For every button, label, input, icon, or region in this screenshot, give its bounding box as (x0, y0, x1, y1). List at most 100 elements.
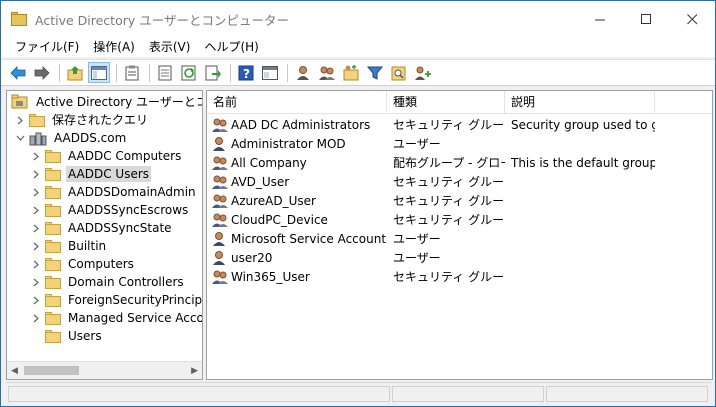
export-list-button[interactable] (154, 62, 176, 83)
chevron-right-icon[interactable] (31, 277, 41, 287)
chevron-right-icon[interactable] (31, 259, 41, 269)
tree-item-ou[interactable]: Managed Service Accour (31, 309, 203, 327)
chevron-right-icon[interactable] (31, 223, 41, 233)
cell-type: ユーザー (393, 251, 441, 265)
table-row[interactable]: Administrator MOD ユーザー (207, 134, 655, 153)
table-row[interactable]: CloudPC_Device セキュリティ グループ -... (207, 210, 655, 229)
close-button[interactable] (669, 1, 715, 37)
scrollbar-thumb[interactable] (24, 366, 79, 375)
export-button[interactable] (202, 62, 224, 83)
new-user-button[interactable] (292, 62, 314, 83)
chevron-right-icon[interactable] (31, 169, 41, 179)
details-list[interactable]: 名前 種類 説明 AAD DC Administrators セキュリティ グルー… (206, 90, 713, 380)
horizontal-scrollbar[interactable]: ◀ ▶ (7, 361, 202, 379)
filter-button[interactable] (364, 62, 386, 83)
chevron-right-icon[interactable] (31, 187, 41, 197)
tree-item-label: Builtin (68, 239, 107, 253)
menu-file[interactable]: ファイル(F) (8, 37, 86, 57)
new-ou-button[interactable] (340, 62, 362, 83)
table-row[interactable]: Win365_User セキュリティ グループ -... (207, 267, 655, 286)
group-icon (211, 174, 228, 190)
tree-item-label: AADDSDomainAdmin (68, 185, 196, 199)
find-button[interactable] (388, 62, 410, 83)
chevron-right-icon[interactable] (31, 205, 41, 215)
chevron-down-icon[interactable] (15, 133, 25, 143)
tree-item-ou[interactable]: Domain Controllers (31, 273, 186, 291)
column-header-name[interactable]: 名前 (207, 91, 387, 113)
svg-text:?: ? (243, 67, 250, 81)
status-bar (6, 382, 711, 403)
cell-name: AVD_User (207, 174, 387, 190)
forward-button[interactable] (31, 62, 53, 83)
minimize-button[interactable] (577, 1, 623, 37)
folder-icon (45, 149, 61, 163)
tree-item-ou[interactable]: ForeignSecurityPrincipals (31, 291, 202, 309)
table-row[interactable]: AVD_User セキュリティ グループ -... (207, 172, 655, 191)
back-arrow-icon (10, 65, 26, 80)
table-row[interactable]: AAD DC Administrators セキュリティ グループ -... Sec… (207, 115, 655, 134)
refresh-button[interactable] (178, 62, 200, 83)
tree-item-ou[interactable]: AADDSDomainAdmin (31, 183, 198, 201)
chevron-right-icon[interactable] (31, 151, 41, 161)
status-segment (392, 386, 544, 402)
chevron-right-icon[interactable] (31, 241, 41, 251)
menu-help[interactable]: ヘルプ(H) (197, 37, 265, 57)
cell-type: セキュリティ グループ -... (393, 213, 505, 227)
properties-button[interactable] (121, 62, 143, 83)
export-icon (205, 65, 221, 80)
tree-item-ou[interactable]: Computers (31, 255, 136, 273)
tree-item-ou[interactable]: Users (31, 327, 104, 345)
column-header-type[interactable]: 種類 (387, 91, 505, 113)
column-header-description[interactable]: 説明 (505, 91, 655, 113)
scroll-right-icon[interactable]: ▶ (191, 366, 198, 376)
chevron-right-icon[interactable] (15, 115, 25, 125)
tree-item-label: Managed Service Accour (68, 311, 203, 325)
tree-item-ou[interactable]: Builtin (31, 237, 108, 255)
tree-item-domain[interactable]: AADDS.com (15, 129, 128, 147)
forward-arrow-icon (34, 65, 50, 80)
tree-item-ou[interactable]: AADDC Users (31, 165, 152, 183)
help-button[interactable]: ? (235, 62, 257, 83)
new-group-button[interactable] (316, 62, 338, 83)
cell-type: セキュリティ グループ -... (393, 118, 505, 132)
up-button[interactable] (64, 62, 86, 83)
object-name: AAD DC Administrators (231, 117, 371, 132)
back-button[interactable] (7, 62, 29, 83)
chevron-right-icon[interactable] (31, 313, 41, 323)
folder-icon (45, 221, 61, 235)
cell-name: Win365_User (207, 269, 387, 285)
folder-icon (45, 257, 61, 271)
app-folder-icon (11, 12, 27, 26)
table-row[interactable]: All Company 配布グループ - グロー... This is the de… (207, 153, 655, 172)
tree-item-saved-queries[interactable]: 保存されたクエリ (15, 111, 150, 129)
chevron-right-icon[interactable] (31, 295, 41, 305)
menu-action[interactable]: 操作(A) (86, 37, 142, 57)
scroll-left-icon[interactable]: ◀ (11, 366, 18, 376)
folder-icon (45, 203, 61, 217)
cell-name: CloudPC_Device (207, 212, 387, 228)
tree-item-ou[interactable]: AADDSSyncEscrows (31, 201, 190, 219)
list-header: 名前 種類 説明 (207, 91, 712, 114)
maximize-button[interactable] (623, 1, 669, 37)
show-tree-button[interactable] (88, 62, 110, 83)
tree-item-label: AADDSSyncEscrows (68, 203, 189, 217)
menu-view[interactable]: 表示(V) (142, 37, 198, 57)
object-name: AzureAD_User (231, 193, 316, 208)
object-name: Microsoft Service Account (231, 231, 387, 246)
table-row[interactable]: AzureAD_User セキュリティ グループ -... (207, 191, 655, 210)
folder-icon (29, 113, 45, 127)
tree-item-ou[interactable]: AADDSSyncState (31, 219, 174, 237)
table-row[interactable]: user20 ユーザー (207, 248, 655, 267)
tree-item-root[interactable]: Active Directory ユーザーとコンピュ (11, 93, 202, 111)
group-icon (211, 269, 228, 285)
table-row[interactable]: Microsoft Service Account ユーザー (207, 229, 655, 248)
new-user-icon (297, 65, 309, 80)
tree-item-ou[interactable]: AADDC Computers (31, 147, 183, 165)
cell-name: user20 (207, 250, 387, 266)
cell-name: AzureAD_User (207, 193, 387, 209)
add-to-group-button[interactable] (412, 62, 434, 83)
console-tree[interactable]: Active Directory ユーザーとコンピュ 保存されたクエリ AADD… (6, 90, 203, 380)
toolbar-separator (149, 63, 150, 82)
console-button[interactable] (259, 62, 281, 83)
